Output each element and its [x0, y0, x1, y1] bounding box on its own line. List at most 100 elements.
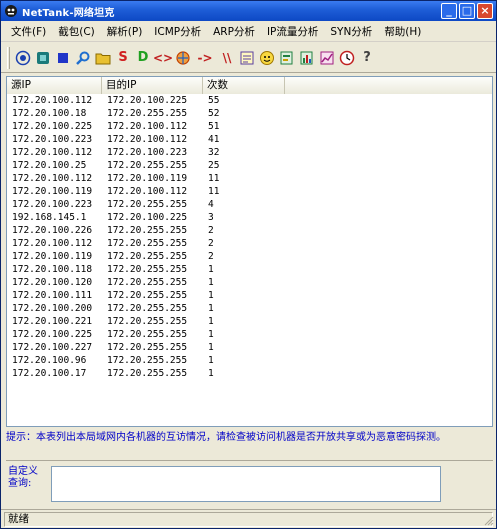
minimize-button[interactable]: _	[441, 3, 457, 19]
arrow-right-glyph: ->	[197, 50, 213, 65]
source-ip-cell: 172.20.100.112	[12, 95, 93, 106]
table-row[interactable]: 172.20.100.96 172.20.255.255 1	[7, 354, 492, 367]
table-row[interactable]: 172.20.100.120 172.20.255.255 1	[7, 276, 492, 289]
close-button[interactable]: ×	[477, 3, 493, 19]
table-row[interactable]: 172.20.100.226 172.20.255.255 2	[7, 224, 492, 237]
table-row[interactable]: 172.20.100.112 172.20.255.255 2	[7, 237, 492, 250]
report-stats-icon[interactable]	[298, 47, 316, 69]
source-ip-cell: 172.20.100.112	[12, 147, 93, 158]
dest-ip-cell: 172.20.255.255	[107, 355, 188, 366]
count-cell: 25	[208, 160, 220, 171]
source-ip-cell: 172.20.100.18	[12, 108, 87, 119]
count-cell: 2	[208, 251, 214, 262]
d-letter-icon[interactable]: D	[134, 47, 152, 69]
table-row[interactable]: 172.20.100.225 172.20.255.255 1	[7, 328, 492, 341]
source-ip-cell: 172.20.100.225	[12, 121, 93, 132]
help-question-icon[interactable]: ?	[358, 47, 376, 69]
source-ip-cell: 172.20.100.112	[12, 238, 93, 249]
source-ip-cell: 172.20.100.120	[12, 277, 93, 288]
table-row[interactable]: 172.20.100.223 172.20.255.255 4	[7, 198, 492, 211]
chart-icon[interactable]	[318, 47, 336, 69]
table-row[interactable]: 172.20.100.17 172.20.255.255 1	[7, 367, 492, 380]
menu-syn[interactable]: SYN分析	[324, 24, 378, 39]
source-ip-cell: 172.20.100.119	[12, 186, 93, 197]
table-row[interactable]: 172.20.100.25 172.20.255.255 25	[7, 159, 492, 172]
column-header-dest-ip[interactable]: 目的IP	[102, 77, 203, 94]
globe-icon[interactable]	[174, 47, 192, 69]
custom-query-area: 自定义查询:	[6, 460, 493, 505]
title-bar[interactable]: NetTank-网络坦克 _ □ ×	[1, 1, 496, 21]
double-bar-icon[interactable]: \\	[218, 47, 236, 69]
search-icon[interactable]	[74, 47, 92, 69]
table-row[interactable]: 172.20.100.111 172.20.255.255 1	[7, 289, 492, 302]
folder-icon[interactable]	[94, 47, 112, 69]
window-controls: _ □ ×	[441, 3, 493, 19]
custom-query-input[interactable]	[51, 466, 441, 502]
menu-ip-traffic[interactable]: IP流量分析	[261, 24, 324, 39]
count-cell: 32	[208, 147, 220, 158]
s-letter-icon[interactable]: S	[114, 47, 132, 69]
table-row[interactable]: 172.20.100.200 172.20.255.255 1	[7, 302, 492, 315]
traffic-table[interactable]: 源IP 目的IP 次数 172.20.100.112 172.20.100.225…	[6, 76, 493, 427]
target-icon[interactable]	[14, 47, 32, 69]
stop-icon[interactable]	[54, 47, 72, 69]
count-cell: 11	[208, 186, 220, 197]
count-cell: 3	[208, 212, 214, 223]
source-ip-cell: 172.20.100.111	[12, 290, 93, 301]
table-row[interactable]: 172.20.100.225 172.20.100.112 51	[7, 120, 492, 133]
menu-parse[interactable]: 解析(P)	[101, 24, 149, 39]
toolbar: S D <> -> \\ ?	[1, 43, 496, 73]
record-icon[interactable]	[34, 47, 52, 69]
report-icon[interactable]	[278, 47, 296, 69]
table-row[interactable]: 172.20.100.18 172.20.255.255 52	[7, 107, 492, 120]
count-cell: 41	[208, 134, 220, 145]
table-row[interactable]: 192.168.145.1 172.20.100.225 3	[7, 211, 492, 224]
code-brackets-glyph: <>	[152, 50, 174, 65]
dest-ip-cell: 172.20.255.255	[107, 264, 188, 275]
table-row[interactable]: 172.20.100.112 172.20.100.223 32	[7, 146, 492, 159]
smiley-icon[interactable]	[258, 47, 276, 69]
source-ip-cell: 172.20.100.221	[12, 316, 93, 327]
count-cell: 1	[208, 264, 214, 275]
count-cell: 55	[208, 95, 220, 106]
menu-help[interactable]: 帮助(H)	[378, 24, 427, 39]
table-body: 172.20.100.112 172.20.100.225 55 172.20.100…	[7, 94, 492, 380]
source-ip-cell: 172.20.100.200	[12, 303, 93, 314]
source-ip-cell: 172.20.100.223	[12, 134, 93, 145]
column-header-count[interactable]: 次数	[203, 77, 285, 94]
table-row[interactable]: 172.20.100.119 172.20.255.255 2	[7, 250, 492, 263]
column-header-source-ip[interactable]: 源IP	[7, 77, 102, 94]
arrow-right-icon[interactable]: ->	[194, 47, 216, 69]
clock-icon[interactable]	[338, 47, 356, 69]
table-row[interactable]: 172.20.100.221 172.20.255.255 1	[7, 315, 492, 328]
table-row[interactable]: 172.20.100.119 172.20.100.112 11	[7, 185, 492, 198]
source-ip-cell: 172.20.100.226	[12, 225, 93, 236]
table-row[interactable]: 172.20.100.118 172.20.255.255 1	[7, 263, 492, 276]
source-ip-cell: 172.20.100.17	[12, 368, 87, 379]
menu-file[interactable]: 文件(F)	[5, 24, 52, 39]
menu-capture[interactable]: 截包(C)	[52, 24, 101, 39]
menu-icmp[interactable]: ICMP分析	[148, 24, 207, 39]
dest-ip-cell: 172.20.255.255	[107, 342, 188, 353]
table-row[interactable]: 172.20.100.223 172.20.100.112 41	[7, 133, 492, 146]
table-row[interactable]: 172.20.100.112 172.20.100.119 11	[7, 172, 492, 185]
toolbar-grip[interactable]	[7, 46, 10, 69]
code-brackets-icon[interactable]: <>	[152, 47, 174, 69]
notes-icon[interactable]	[238, 47, 256, 69]
source-ip-cell: 172.20.100.119	[12, 251, 93, 262]
table-row[interactable]: 172.20.100.227 172.20.255.255 1	[7, 341, 492, 354]
s-letter-glyph: S	[118, 50, 128, 65]
dest-ip-cell: 172.20.255.255	[107, 238, 188, 249]
dest-ip-cell: 172.20.100.225	[107, 212, 188, 223]
dest-ip-cell: 172.20.255.255	[107, 290, 188, 301]
status-text: 就绪	[4, 511, 493, 527]
dest-ip-cell: 172.20.100.119	[107, 173, 188, 184]
resize-grip-icon[interactable]	[484, 516, 494, 526]
source-ip-cell: 172.20.100.25	[12, 160, 87, 171]
dest-ip-cell: 172.20.255.255	[107, 108, 188, 119]
menu-arp[interactable]: ARP分析	[207, 24, 261, 39]
table-row[interactable]: 172.20.100.112 172.20.100.225 55	[7, 94, 492, 107]
app-window: NetTank-网络坦克 _ □ × 文件(F) 截包(C) 解析(P) ICM…	[0, 0, 497, 529]
maximize-button[interactable]: □	[459, 3, 475, 19]
count-cell: 1	[208, 277, 214, 288]
